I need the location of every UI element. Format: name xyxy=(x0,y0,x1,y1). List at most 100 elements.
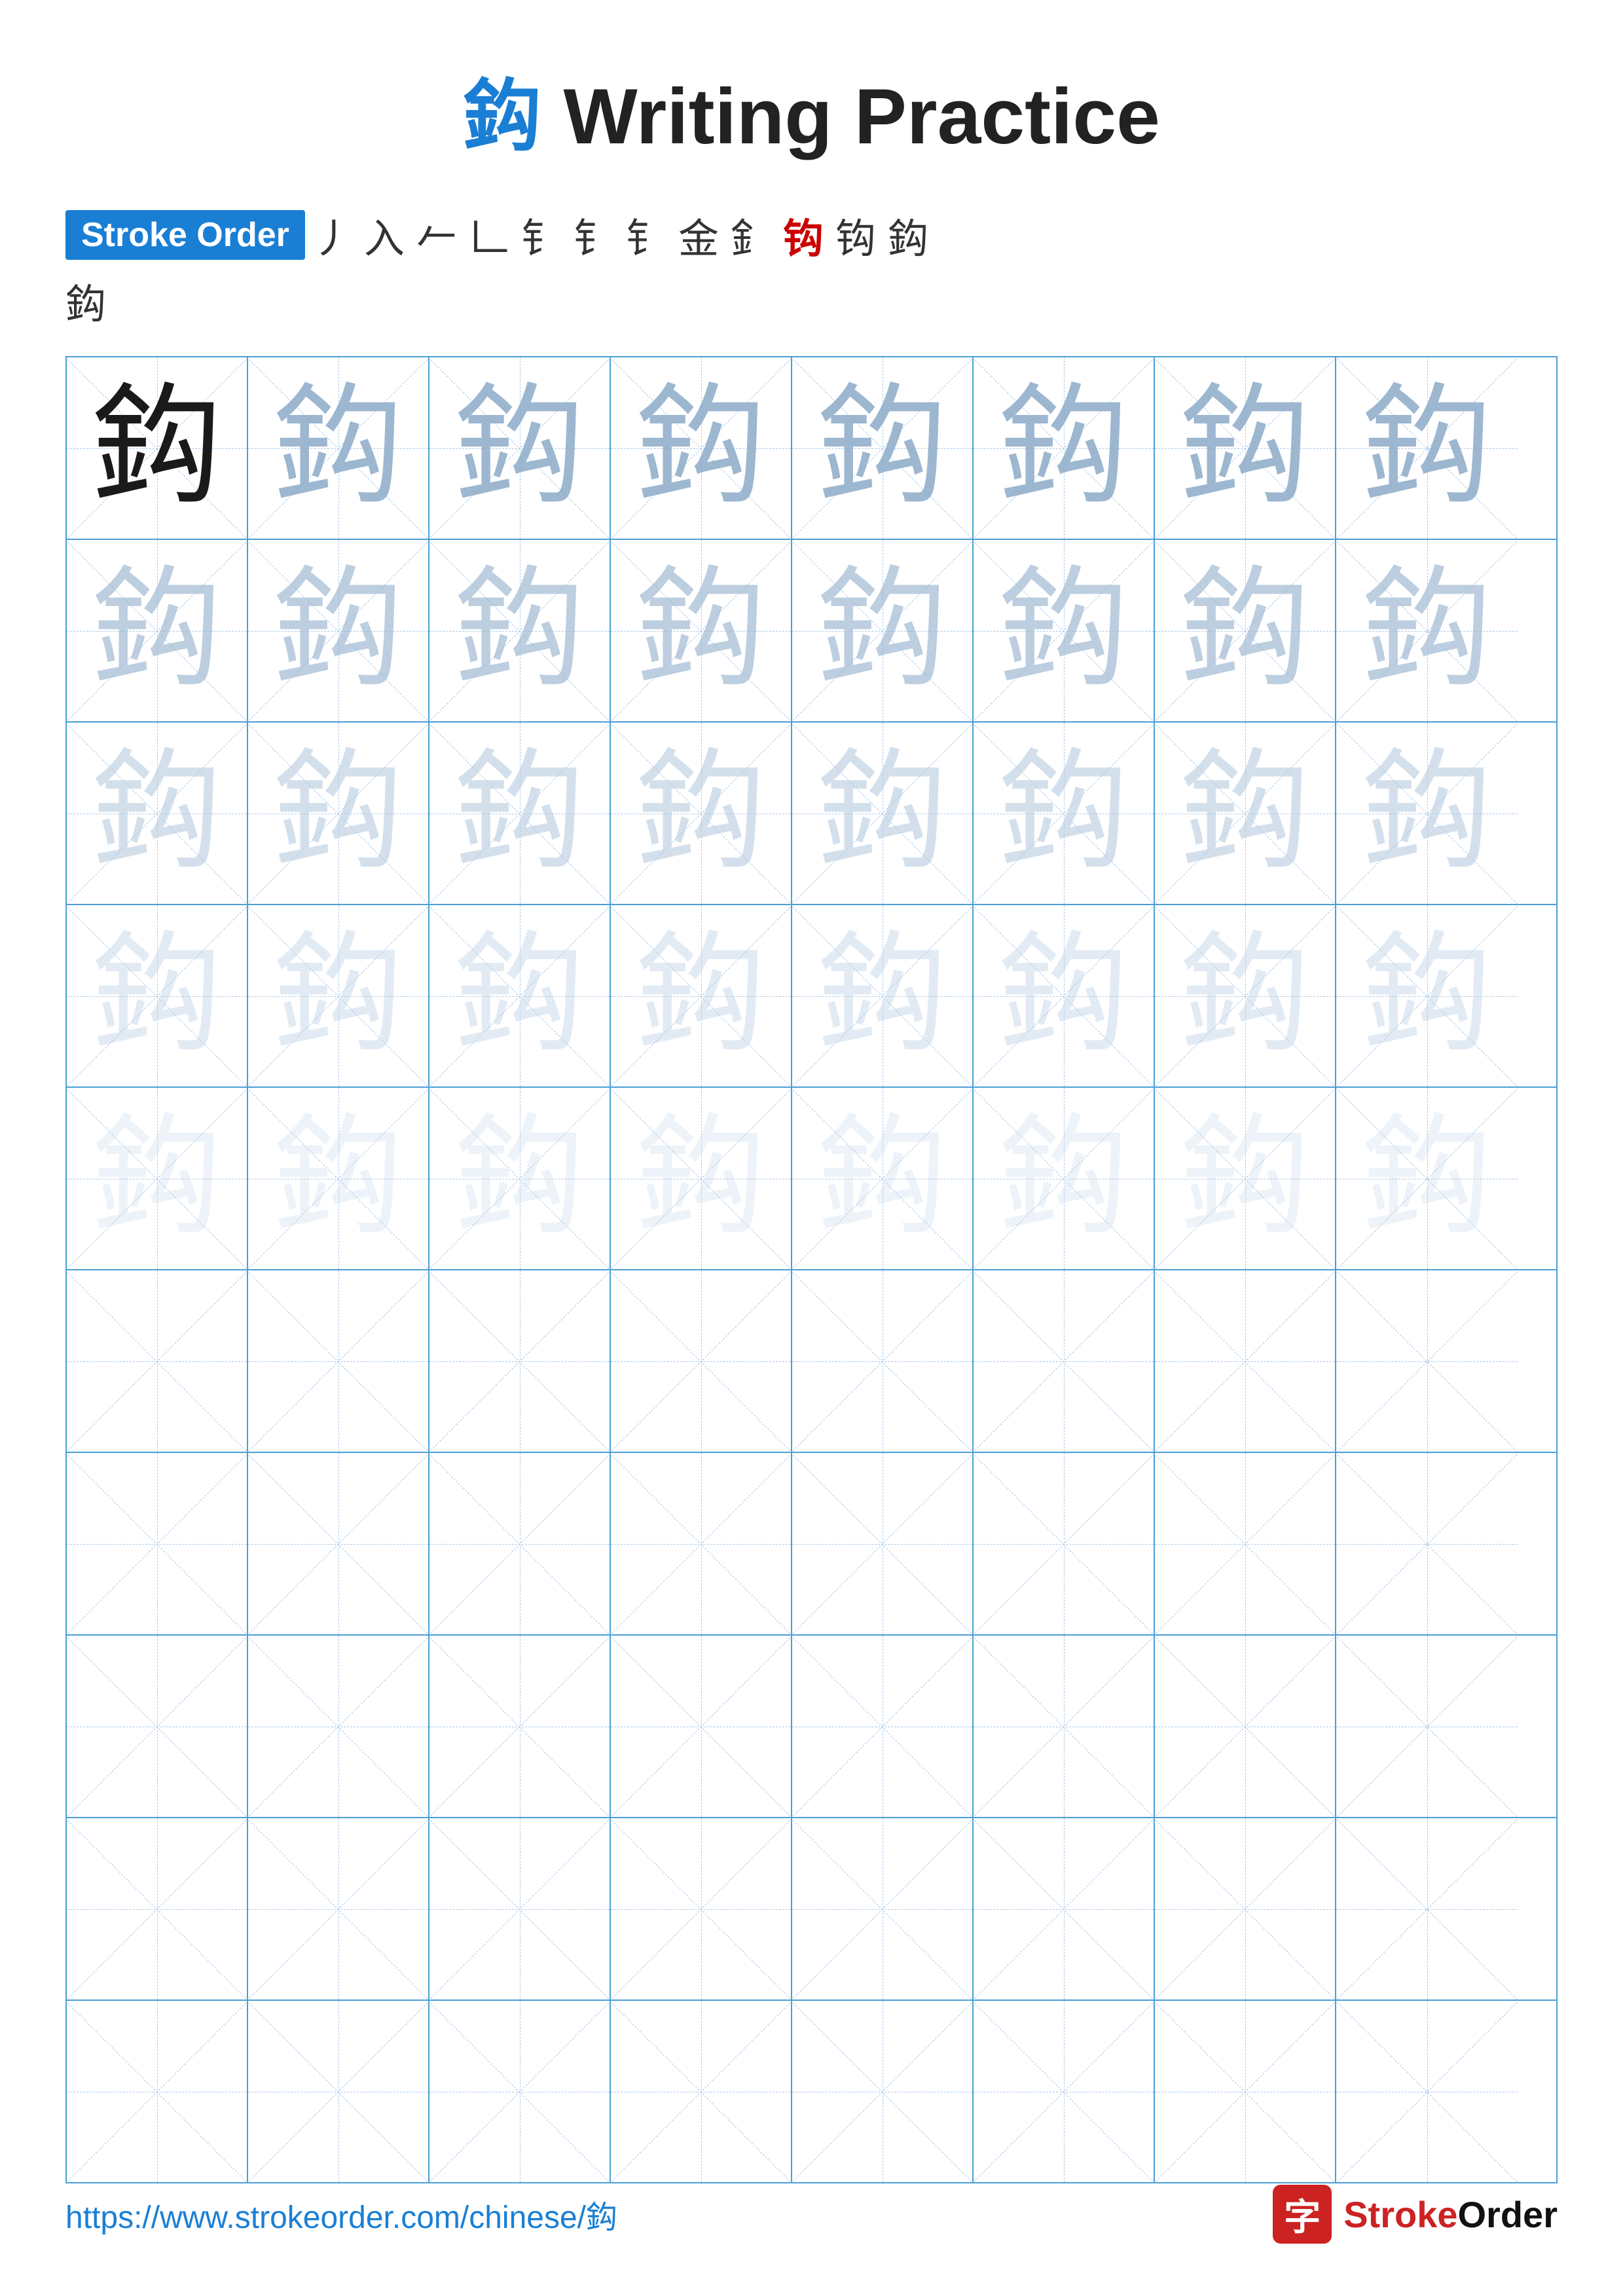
grid-cell[interactable]: 鈎 xyxy=(974,540,1155,721)
grid-cell[interactable]: 鈎 xyxy=(611,1088,792,1269)
grid-cell[interactable]: 鈎 xyxy=(611,540,792,721)
stroke-9: 釒 xyxy=(731,206,771,264)
grid-cell[interactable] xyxy=(67,1270,248,1452)
grid-cell[interactable] xyxy=(429,1818,611,2000)
grid-cell[interactable]: 鈎 xyxy=(611,723,792,904)
grid-cell[interactable] xyxy=(429,1453,611,1634)
grid-row-6 xyxy=(67,1270,1556,1453)
grid-cell[interactable]: 鈎 xyxy=(67,540,248,721)
grid-cell[interactable]: 鈎 xyxy=(248,905,429,1086)
grid-cell[interactable]: 鈎 xyxy=(67,723,248,904)
grid-cell[interactable]: 鈎 xyxy=(67,357,248,539)
stroke-2: 入 xyxy=(364,206,405,264)
grid-cell[interactable]: 鈎 xyxy=(1336,540,1518,721)
grid-cell[interactable]: 鈎 xyxy=(1155,1088,1336,1269)
grid-cell[interactable] xyxy=(429,2001,611,2182)
grid-cell[interactable] xyxy=(611,1636,792,1817)
grid-cell[interactable] xyxy=(792,2001,974,2182)
title-text: Writing Practice xyxy=(541,73,1160,160)
grid-cell[interactable] xyxy=(974,1453,1155,1634)
stroke-7: 钅 xyxy=(626,206,666,264)
grid-cell[interactable]: 鈎 xyxy=(792,540,974,721)
grid-cell[interactable]: 鈎 xyxy=(1155,723,1336,904)
grid-cell[interactable]: 鈎 xyxy=(1336,723,1518,904)
grid-cell[interactable] xyxy=(1155,1636,1336,1817)
grid-cell[interactable] xyxy=(67,1636,248,1817)
stroke-8: 金 xyxy=(678,206,719,264)
grid-cell[interactable] xyxy=(248,1453,429,1634)
grid-cell[interactable]: 鈎 xyxy=(611,905,792,1086)
grid-cell[interactable] xyxy=(611,2001,792,2182)
grid-cell[interactable] xyxy=(67,2001,248,2182)
grid-cell[interactable] xyxy=(248,2001,429,2182)
grid-cell[interactable] xyxy=(1336,1818,1518,2000)
grid-cell[interactable] xyxy=(248,1270,429,1452)
grid-cell[interactable]: 鈎 xyxy=(429,1088,611,1269)
grid-cell[interactable] xyxy=(611,1453,792,1634)
grid-row-5: 鈎 鈎 鈎 鈎 鈎 鈎 鈎 鈎 xyxy=(67,1088,1556,1270)
grid-cell[interactable]: 鈎 xyxy=(1155,540,1336,721)
grid-cell[interactable] xyxy=(792,1636,974,1817)
grid-cell[interactable]: 鈎 xyxy=(248,540,429,721)
grid-cell[interactable]: 鈎 xyxy=(974,1088,1155,1269)
grid-cell[interactable]: 鈎 xyxy=(974,357,1155,539)
stroke-1: 丿 xyxy=(312,206,352,264)
grid-cell[interactable] xyxy=(1336,1270,1518,1452)
grid-row-2: 鈎 鈎 鈎 鈎 鈎 鈎 鈎 鈎 xyxy=(67,540,1556,723)
grid-cell[interactable]: 鈎 xyxy=(1336,357,1518,539)
grid-cell[interactable]: 鈎 xyxy=(1155,357,1336,539)
grid-cell[interactable] xyxy=(792,1818,974,2000)
grid-cell[interactable] xyxy=(248,1818,429,2000)
grid-row-10 xyxy=(67,2001,1556,2182)
footer-url[interactable]: https://www.strokeorder.com/chinese/鈎 xyxy=(65,2191,617,2237)
grid-cell[interactable] xyxy=(974,1636,1155,1817)
grid-cell[interactable] xyxy=(248,1636,429,1817)
grid-cell[interactable]: 鈎 xyxy=(248,723,429,904)
grid-cell[interactable] xyxy=(67,1453,248,1634)
stroke-10: 钩 xyxy=(783,206,824,264)
grid-cell[interactable] xyxy=(974,1270,1155,1452)
grid-cell[interactable] xyxy=(67,1818,248,2000)
grid-cell[interactable]: 鈎 xyxy=(792,905,974,1086)
stroke-5: 钅 xyxy=(521,206,562,264)
grid-cell[interactable] xyxy=(1336,1636,1518,1817)
grid-cell[interactable]: 鈎 xyxy=(792,1088,974,1269)
grid-cell[interactable]: 鈎 xyxy=(1336,905,1518,1086)
grid-cell[interactable]: 鈎 xyxy=(974,905,1155,1086)
grid-cell[interactable]: 鈎 xyxy=(1155,905,1336,1086)
stroke-4: 𠃊 xyxy=(469,206,509,264)
grid-cell[interactable] xyxy=(1155,2001,1336,2182)
grid-cell[interactable]: 鈎 xyxy=(429,540,611,721)
grid-cell[interactable] xyxy=(792,1270,974,1452)
grid-cell[interactable]: 鈎 xyxy=(1336,1088,1518,1269)
grid-cell[interactable]: 鈎 xyxy=(248,357,429,539)
grid-cell[interactable] xyxy=(1155,1818,1336,2000)
grid-cell[interactable]: 鈎 xyxy=(974,723,1155,904)
grid-cell[interactable]: 鈎 xyxy=(429,357,611,539)
grid-cell[interactable] xyxy=(1155,1270,1336,1452)
grid-cell[interactable]: 鈎 xyxy=(429,723,611,904)
grid-cell[interactable] xyxy=(611,1818,792,2000)
grid-cell[interactable]: 鈎 xyxy=(792,357,974,539)
grid-cell[interactable] xyxy=(1336,2001,1518,2182)
grid-cell[interactable]: 鈎 xyxy=(429,905,611,1086)
stroke-order-badge: Stroke Order xyxy=(65,210,305,260)
grid-cell[interactable] xyxy=(974,2001,1155,2182)
stroke-chars: 丿 入 𠂉 𠃊 钅 钅 钅 金 釒 钩 钩 鈎 xyxy=(312,206,928,264)
title-character: 鈎 xyxy=(463,73,541,160)
stroke-12: 鈎 xyxy=(888,206,928,264)
grid-row-3: 鈎 鈎 鈎 鈎 鈎 鈎 鈎 鈎 xyxy=(67,723,1556,905)
grid-cell[interactable] xyxy=(1336,1453,1518,1634)
grid-cell[interactable] xyxy=(429,1636,611,1817)
grid-cell[interactable] xyxy=(792,1453,974,1634)
stroke-final-char: 鈎 xyxy=(65,271,1558,330)
grid-cell[interactable]: 鈎 xyxy=(792,723,974,904)
grid-cell[interactable]: 鈎 xyxy=(248,1088,429,1269)
grid-cell[interactable]: 鈎 xyxy=(67,905,248,1086)
grid-cell[interactable]: 鈎 xyxy=(611,357,792,539)
grid-cell[interactable] xyxy=(611,1270,792,1452)
grid-cell[interactable] xyxy=(974,1818,1155,2000)
grid-cell[interactable] xyxy=(429,1270,611,1452)
grid-cell[interactable] xyxy=(1155,1453,1336,1634)
grid-cell[interactable]: 鈎 xyxy=(67,1088,248,1269)
